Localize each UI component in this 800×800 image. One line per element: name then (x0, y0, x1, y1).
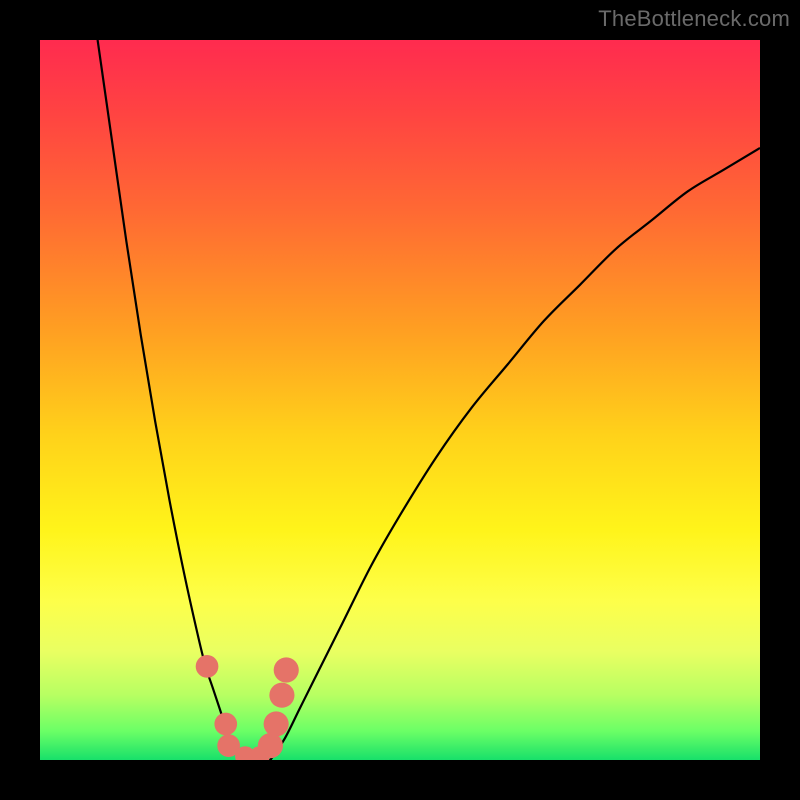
data-markers (196, 655, 299, 760)
chart-svg (40, 40, 760, 760)
data-marker (258, 733, 283, 758)
curve-right-branch (270, 148, 760, 760)
data-marker (196, 655, 219, 678)
data-marker (274, 657, 299, 682)
plot-area (40, 40, 760, 760)
curve-left-branch (98, 40, 242, 760)
watermark-text: TheBottleneck.com (598, 6, 790, 32)
data-marker (214, 713, 237, 736)
data-marker (264, 711, 289, 736)
chart-frame: TheBottleneck.com (0, 0, 800, 800)
data-marker (269, 683, 294, 708)
